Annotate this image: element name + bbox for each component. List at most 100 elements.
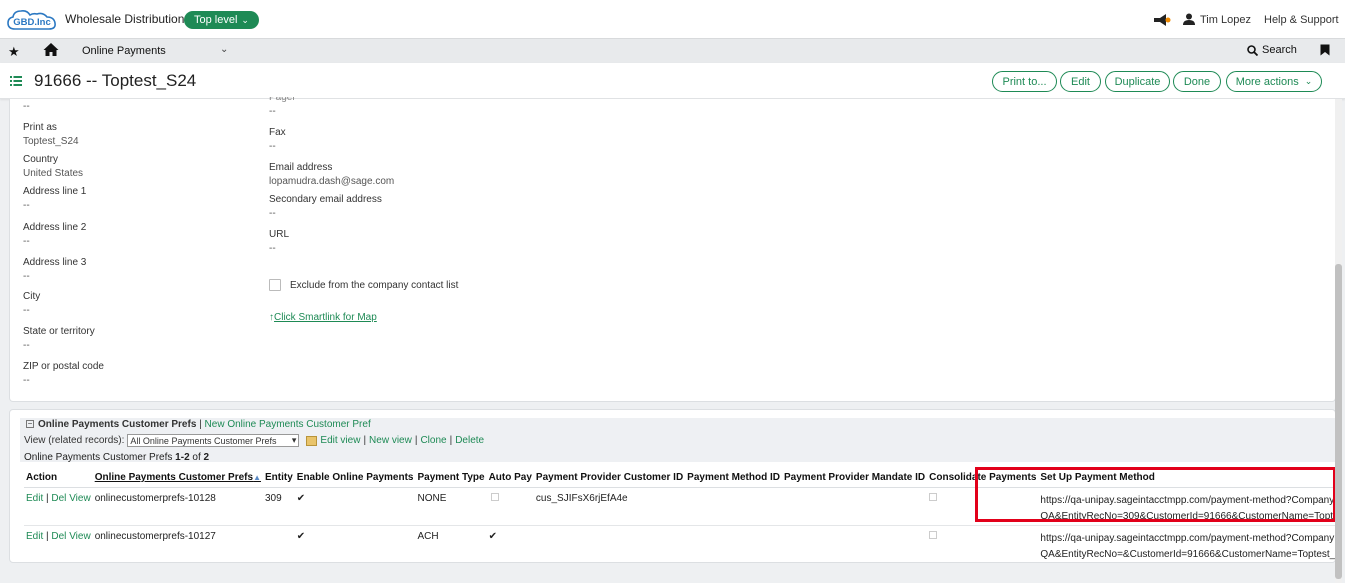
setup-url-line[interactable]: QA&EntityRecNo=309&CustomerId=91666&Cust…	[1040, 509, 1335, 525]
country-value: United States	[23, 168, 84, 179]
row-del-link[interactable]: Del	[51, 493, 66, 504]
col-enable[interactable]: Enable Online Payments	[294, 468, 416, 488]
scrollbar-thumb[interactable]	[1335, 264, 1342, 579]
bookmark-icon[interactable]	[1320, 44, 1330, 56]
chevron-down-icon: ▾	[291, 435, 297, 445]
setup-url-line[interactable]: https://qa-unipay.sageintacctmpp.com/pay…	[1040, 531, 1335, 547]
megaphone-icon[interactable]	[1153, 13, 1171, 27]
user-icon[interactable]	[1183, 13, 1195, 25]
help-support-link[interactable]: Help & Support	[1264, 14, 1339, 26]
row-del-link[interactable]: Del	[51, 531, 66, 542]
row-edit-link[interactable]: Edit	[26, 531, 43, 542]
list-icon[interactable]	[10, 75, 22, 87]
email-label: Email address	[269, 162, 333, 173]
chevron-down-icon[interactable]: ⌄	[220, 44, 228, 55]
consolidate-checkbox	[929, 492, 938, 501]
count-prefix: Online Payments Customer Prefs	[24, 452, 173, 463]
star-icon[interactable]: ★	[8, 44, 20, 60]
search-label: Search	[1262, 44, 1297, 56]
col-provider-customer-id[interactable]: Payment Provider Customer ID	[533, 468, 686, 488]
fax-value: --	[269, 141, 276, 152]
col-pref[interactable]: Online Payments Customer Prefs▲	[92, 468, 263, 488]
address-line1-label: Address line 1	[23, 186, 87, 197]
entity-level-dropdown[interactable]: Top level ⌄	[184, 11, 259, 29]
pager-value: --	[269, 106, 276, 117]
new-view-link[interactable]: New view	[369, 435, 412, 446]
delete-link[interactable]: Delete	[455, 435, 484, 446]
new-pref-link[interactable]: New Online Payments Customer Pref	[205, 419, 371, 430]
record-details-card	[9, 99, 1336, 402]
row-pref-link[interactable]: onlinecustomerprefs-10127	[92, 525, 263, 562]
record-count: Online Payments Customer Prefs 1-2 of 2	[24, 452, 209, 463]
smartlink-map[interactable]: ↑Click Smartlink for Map	[269, 312, 377, 323]
row-actions: Edit | Del View	[24, 487, 93, 526]
auto-pay-checkbox	[490, 492, 499, 501]
company-logo[interactable]: GBD.Inc	[7, 8, 59, 32]
col-setup-payment[interactable]: Set Up Payment Method	[1038, 468, 1335, 488]
email-value: lopamudra.dash@sage.com	[269, 176, 395, 187]
col-payment-type[interactable]: Payment Type	[415, 468, 487, 488]
row-view-link[interactable]: View	[69, 493, 91, 504]
row-entity[interactable]: 309	[263, 487, 295, 526]
row-auto-pay: ✔	[486, 525, 534, 562]
fax-label: Fax	[269, 127, 286, 138]
row-view-link[interactable]: View	[69, 531, 91, 542]
address-line1-value: --	[23, 200, 30, 211]
smartlink-label[interactable]: Click Smartlink for Map	[274, 312, 377, 323]
row-edit-link[interactable]: Edit	[26, 493, 43, 504]
row-mandate-id	[781, 487, 928, 526]
count-range: 1-2	[175, 452, 190, 463]
edit-button[interactable]: Edit	[1060, 71, 1101, 92]
row-provider-customer-id	[533, 525, 686, 562]
row-entity[interactable]	[263, 525, 295, 562]
done-button[interactable]: Done	[1173, 71, 1221, 92]
edit-view-link[interactable]: Edit view	[320, 435, 360, 446]
row-payment-type: NONE	[415, 487, 487, 526]
state-value: --	[23, 340, 30, 351]
zip-label: ZIP or postal code	[23, 361, 104, 372]
table-row: Edit | Del View onlinecustomerprefs-1012…	[24, 525, 1335, 563]
more-actions-button[interactable]: More actions ⌄	[1226, 71, 1322, 92]
edit-view-icon[interactable]	[306, 435, 318, 446]
col-mandate-id[interactable]: Payment Provider Mandate ID	[781, 468, 928, 488]
related-records-card: − Online Payments Customer Prefs | New On…	[9, 409, 1336, 563]
row-mandate-id	[781, 525, 928, 562]
row-consolidate	[927, 487, 1039, 526]
svg-text:GBD.Inc: GBD.Inc	[13, 17, 50, 28]
search-button[interactable]: Search	[1247, 44, 1297, 56]
col-consolidate[interactable]: Consolidate Payments	[927, 468, 1039, 488]
exclude-contact-checkbox[interactable]	[269, 279, 281, 291]
city-value: --	[23, 305, 30, 316]
row-payment-type: ACH	[415, 525, 487, 562]
clone-link[interactable]: Clone	[420, 435, 446, 446]
module-title[interactable]: Online Payments	[82, 45, 166, 57]
company-name: Wholesale Distribution	[65, 12, 185, 26]
col-auto-pay[interactable]: Auto Pay	[486, 468, 534, 488]
url-value: --	[269, 243, 276, 254]
print-to-button[interactable]: Print to...	[992, 71, 1057, 92]
record-header: 91666 -- Toptest_S24 Print to... Edit Du…	[0, 63, 1345, 99]
top-bar: GBD.Inc Wholesale Distribution Top level…	[0, 0, 1345, 38]
row-pref-link[interactable]: onlinecustomerprefs-10128	[92, 487, 263, 526]
exclude-contact-label: Exclude from the company contact list	[290, 280, 459, 291]
collapse-icon[interactable]: −	[26, 420, 34, 429]
setup-url-line[interactable]: https://qa-unipay.sageintacctmpp.com/pay…	[1040, 493, 1335, 509]
row-actions: Edit | Del View	[24, 525, 93, 562]
row-provider-customer-id: cus_SJIFsX6rjEfA4e	[533, 487, 686, 526]
nav-bar: ★ Online Payments ⌄ Search	[0, 38, 1345, 63]
table-row: Edit | Del View onlinecustomerprefs-1012…	[24, 487, 1335, 526]
related-records-table: Action Online Payments Customer Prefs▲ E…	[24, 468, 1335, 563]
col-action: Action	[24, 468, 93, 488]
col-payment-method-id[interactable]: Payment Method ID	[685, 468, 782, 488]
address-line2-value: --	[23, 236, 30, 247]
setup-url-line[interactable]: QA&EntityRecNo=&CustomerId=91666&Custome…	[1040, 547, 1335, 563]
row-setup-url[interactable]: https://qa-unipay.sageintacctmpp.com/pay…	[1038, 487, 1335, 526]
view-label: View (related records):	[24, 435, 125, 446]
view-select[interactable]: All Online Payments Customer Prefs ▾	[127, 434, 300, 447]
row-setup-url[interactable]: https://qa-unipay.sageintacctmpp.com/pay…	[1038, 525, 1335, 563]
user-name[interactable]: Tim Lopez	[1200, 14, 1251, 26]
duplicate-button[interactable]: Duplicate	[1105, 71, 1170, 92]
home-icon[interactable]	[43, 42, 59, 57]
address-line3-value: --	[23, 271, 30, 282]
col-entity[interactable]: Entity	[263, 468, 295, 488]
